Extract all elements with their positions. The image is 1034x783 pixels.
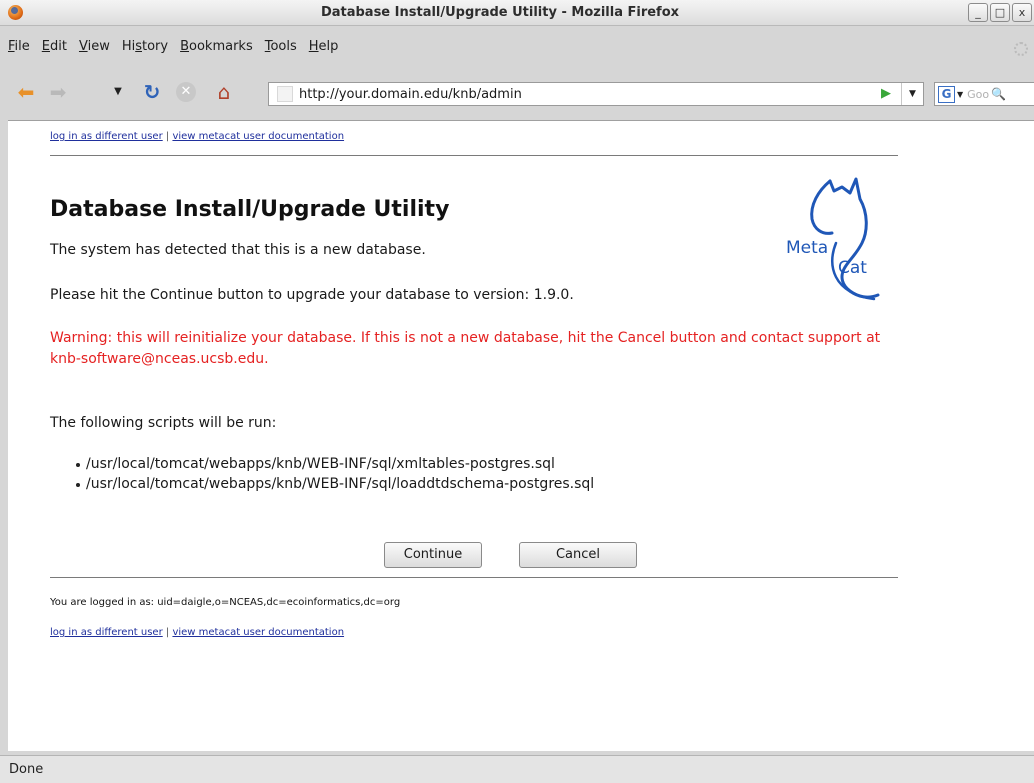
top-divider [50, 155, 898, 156]
menu-view[interactable]: View [75, 38, 118, 60]
home-icon[interactable]: ⌂ [212, 80, 236, 104]
navigation-toolbar: ⬅ ➡ ▼ ↻ ✕ ⌂ http://your.domain.edu/knb/a… [0, 72, 1034, 116]
reload-icon[interactable]: ↻ [140, 80, 164, 104]
script-item: /usr/local/tomcat/webapps/knb/WEB-INF/sq… [76, 454, 594, 474]
logo-text-cat: Cat [838, 258, 867, 278]
documentation-link[interactable]: view metacat user documentation [172, 131, 344, 142]
search-icon[interactable]: 🔍 [991, 87, 1006, 101]
forward-arrow-icon[interactable]: ➡ [46, 80, 70, 104]
scripts-intro: The following scripts will be run: [50, 415, 277, 431]
search-bar[interactable]: G ▼ Goo 🔍 [934, 82, 1034, 106]
menu-file[interactable]: File [4, 38, 38, 60]
logo-text-meta: Meta [786, 238, 828, 258]
cancel-button[interactable]: Cancel [519, 542, 637, 568]
search-engine-icon[interactable]: G [938, 85, 955, 103]
bottom-links: log in as different user | view metacat … [50, 627, 344, 638]
history-dropdown-icon[interactable]: ▼ [106, 80, 130, 104]
status-text: Done [9, 762, 44, 777]
go-icon[interactable]: ▶ [881, 87, 895, 101]
instruction-message: Please hit the Continue button to upgrad… [50, 287, 574, 303]
scripts-list: /usr/local/tomcat/webapps/knb/WEB-INF/sq… [76, 454, 594, 494]
menu-bookmarks[interactable]: Bookmarks [176, 38, 261, 60]
warning-message: Warning: this will reinitialize your dat… [50, 330, 881, 367]
page-content: log in as different user | view metacat … [8, 120, 1034, 751]
documentation-link[interactable]: view metacat user documentation [172, 627, 344, 638]
maximize-button[interactable]: □ [990, 3, 1010, 22]
continue-button[interactable]: Continue [384, 542, 482, 568]
back-arrow-icon[interactable]: ⬅ [14, 80, 38, 104]
bottom-divider [50, 577, 898, 578]
menu-tools[interactable]: Tools [261, 38, 305, 60]
link-separator: | [162, 627, 173, 638]
window-title: Database Install/Upgrade Utility - Mozil… [320, 5, 680, 20]
url-history-dropdown-icon[interactable]: ▼ [901, 83, 923, 105]
status-bar: Done [0, 755, 1034, 783]
close-button[interactable]: x [1012, 3, 1032, 22]
menu-bar: File Edit View History Bookmarks Tools H… [0, 38, 1034, 60]
script-item: /usr/local/tomcat/webapps/knb/WEB-INF/sq… [76, 474, 594, 494]
login-link[interactable]: log in as different user [50, 627, 163, 638]
link-separator: | [162, 131, 173, 142]
logged-in-status: You are logged in as: uid=daigle,o=NCEAS… [50, 597, 401, 608]
title-bar: Database Install/Upgrade Utility - Mozil… [0, 0, 1034, 26]
search-input[interactable]: Goo [967, 88, 989, 101]
top-links: log in as different user | view metacat … [50, 131, 344, 142]
minimize-button[interactable]: _ [968, 3, 988, 22]
stop-icon[interactable]: ✕ [176, 82, 196, 102]
page-favicon-icon [277, 86, 293, 102]
menu-edit[interactable]: Edit [38, 38, 75, 60]
url-input[interactable]: http://your.domain.edu/knb/admin [299, 87, 881, 102]
search-engine-dropdown-icon[interactable]: ▼ [957, 90, 963, 99]
metacat-logo: Meta Cat [786, 177, 880, 301]
address-bar[interactable]: http://your.domain.edu/knb/admin ▶ ▼ [268, 82, 924, 106]
page-title: Database Install/Upgrade Utility [50, 197, 450, 222]
menu-help[interactable]: Help [305, 38, 347, 60]
detected-message: The system has detected that this is a n… [50, 242, 426, 258]
login-link[interactable]: log in as different user [50, 131, 163, 142]
throbber-icon [1014, 42, 1028, 56]
window-controls: _ □ x [968, 3, 1032, 22]
menu-history[interactable]: History [118, 38, 176, 60]
